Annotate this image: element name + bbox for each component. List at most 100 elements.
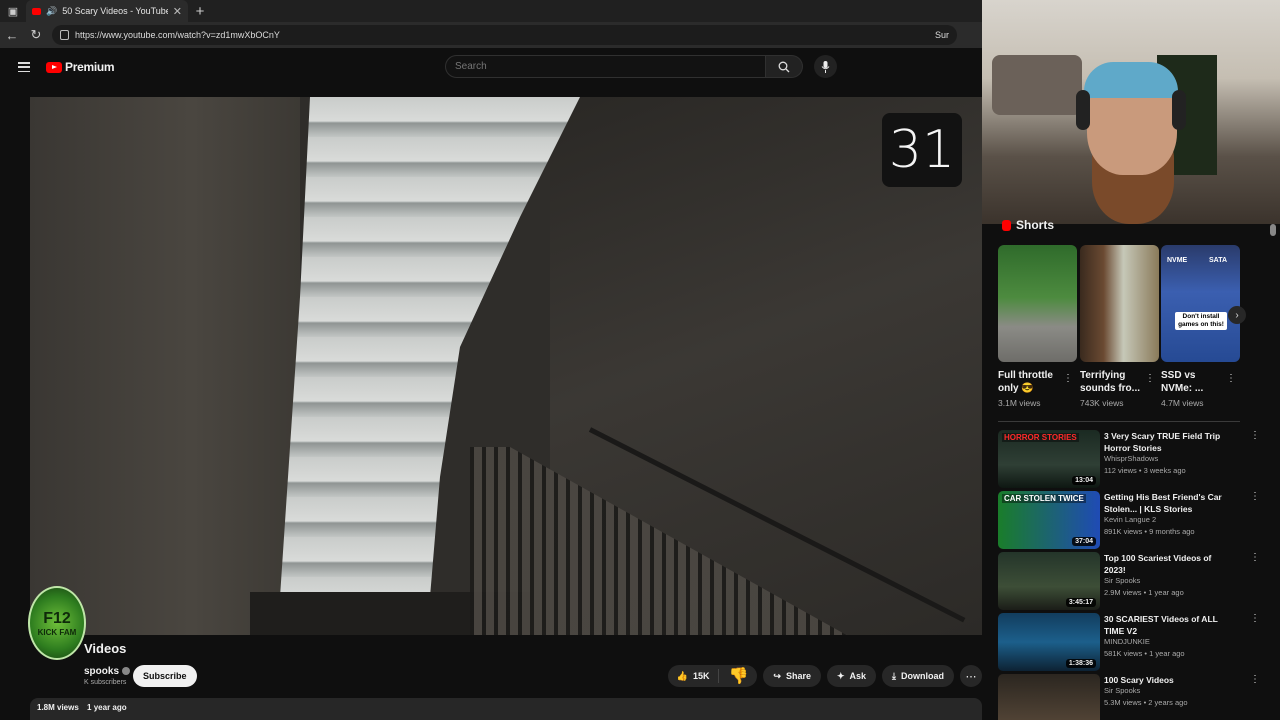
- duration-badge: 3:45:17: [1065, 598, 1096, 607]
- kebab-menu-icon[interactable]: ⋮: [1250, 674, 1260, 685]
- video-player[interactable]: 31: [30, 97, 982, 635]
- recommendation-thumbnail[interactable]: 1:38:36: [998, 613, 1100, 671]
- recommendation-title[interactable]: 100 Scary Videos: [1104, 674, 1228, 686]
- share-label: Share: [785, 671, 811, 681]
- recommendation-meta: 2.9M views • 1 year ago: [1104, 588, 1184, 597]
- recommendation-item[interactable]: HORROR STORIES 13:04 3 Very Scary TRUE F…: [998, 430, 1260, 488]
- youtube-logo[interactable]: Premium: [46, 60, 115, 74]
- recommendation-thumbnail[interactable]: HORROR STORIES 13:04: [998, 430, 1100, 488]
- recommendation-thumbnail[interactable]: 3:45:17: [998, 552, 1100, 610]
- recommendation-title[interactable]: Getting His Best Friend's Car Stolen... …: [1104, 491, 1228, 515]
- site-info-icon[interactable]: [60, 30, 69, 40]
- search-input[interactable]: [445, 55, 766, 78]
- search-icon: [778, 61, 790, 72]
- kebab-menu-icon[interactable]: ⋮: [1145, 373, 1155, 384]
- channel-name[interactable]: spooks: [84, 666, 131, 677]
- description-box[interactable]: 1.8M views 1 year ago: [30, 698, 982, 720]
- recommendation-title[interactable]: 30 SCARIEST Videos of ALL TIME V2: [1104, 613, 1228, 637]
- webcam-background-shelf: [992, 55, 1082, 115]
- scrollbar-thumb[interactable]: [1270, 224, 1276, 236]
- recommendation-channel[interactable]: MINDJUNKIE: [1104, 637, 1150, 646]
- like-count: 15K: [692, 671, 710, 681]
- duration-badge: 13:04: [1072, 476, 1096, 485]
- short-title[interactable]: SSD vs NVMe: ...: [1161, 369, 1225, 395]
- download-label: Download: [901, 671, 944, 681]
- like-button[interactable]: 👍 15K: [668, 669, 720, 683]
- headphone-left: [1076, 90, 1090, 130]
- like-dislike-group: 👍 15K 👎: [667, 665, 758, 687]
- shorts-header: Shorts: [1002, 218, 1054, 232]
- duration-badge: 1:38:36: [1065, 659, 1096, 668]
- menu-icon[interactable]: [18, 62, 30, 72]
- recommendation-meta: 5.3M views • 2 years ago: [1104, 698, 1188, 707]
- short-title[interactable]: Full throttle only 😎: [998, 369, 1062, 395]
- kebab-menu-icon[interactable]: ⋮: [1250, 430, 1260, 441]
- chevron-right-icon[interactable]: ›: [1228, 306, 1246, 324]
- channel-name-text: spooks: [84, 666, 120, 677]
- kick-fam-logo: F12 KICK FAM: [28, 586, 86, 660]
- view-count: 1.8M views: [37, 703, 79, 712]
- new-tab-icon[interactable]: +: [188, 3, 212, 20]
- kebab-menu-icon[interactable]: ⋮: [1250, 613, 1260, 624]
- reload-icon[interactable]: ↻: [24, 27, 48, 43]
- ask-label: Ask: [849, 671, 867, 681]
- recommendation-item[interactable]: 1:38:36 30 SCARIEST Videos of ALL TIME V…: [998, 613, 1260, 671]
- recommendation-item[interactable]: CAR STOLEN TWICE 37:04 Getting His Best …: [998, 491, 1260, 549]
- short-thumbnail[interactable]: NVME SATA Don't install games on this!: [1161, 245, 1240, 362]
- recommendation-channel[interactable]: Sir Spooks: [1104, 686, 1140, 695]
- short-card[interactable]: NVME SATA Don't install games on this! S…: [1161, 245, 1240, 408]
- kebab-menu-icon[interactable]: ⋮: [1063, 373, 1073, 384]
- recommendation-item[interactable]: 100 Scary Videos Sir Spooks 5.3M views •…: [998, 674, 1260, 720]
- dislike-button[interactable]: 👎: [719, 666, 757, 686]
- sidebar-scrollbar[interactable]: [1270, 224, 1276, 720]
- short-card[interactable]: Terrifying sounds fro... 743K views ⋮: [1080, 245, 1159, 408]
- kebab-menu-icon[interactable]: ⋮: [1250, 552, 1260, 563]
- upload-age: 1 year ago: [87, 703, 127, 712]
- recommendation-thumbnail[interactable]: [998, 674, 1100, 720]
- short-card[interactable]: Full throttle only 😎 3.1M views ⋮: [998, 245, 1077, 408]
- divider: [998, 421, 1240, 422]
- subscribe-button[interactable]: Subscribe: [133, 665, 197, 687]
- share-button[interactable]: ↪ Share: [763, 665, 821, 687]
- window-menu-icon[interactable]: ▣: [0, 0, 26, 22]
- kebab-menu-icon[interactable]: ⋮: [1250, 491, 1260, 502]
- recommendation-meta: 112 views • 3 weeks ago: [1104, 466, 1186, 475]
- tab-title: 50 Scary Videos - YouTube: [62, 6, 168, 16]
- url-text: https://www.youtube.com/watch?v=zd1mwXbO…: [75, 30, 280, 40]
- recommendation-title[interactable]: 3 Very Scary TRUE Field Trip Horror Stor…: [1104, 430, 1228, 454]
- thumbs-up-icon: 👍: [676, 670, 688, 681]
- recommendation-channel[interactable]: Sir Spooks: [1104, 576, 1140, 585]
- recommendation-meta: 581K views • 1 year ago: [1104, 649, 1185, 658]
- webcam-cap: [1084, 62, 1178, 98]
- browser-tab-bar: ▣ 🔊 50 Scary Videos - YouTube ✕ +: [0, 0, 982, 22]
- short-title[interactable]: Terrifying sounds fro...: [1080, 369, 1144, 395]
- duration-badge: 37:04: [1072, 537, 1096, 546]
- recommendation-title[interactable]: Top 100 Scariest Videos of 2023!: [1104, 552, 1228, 576]
- download-button[interactable]: ⤓ Download: [882, 665, 954, 687]
- thumbs-down-icon: 👎: [728, 668, 749, 685]
- short-views: 743K views: [1080, 398, 1124, 408]
- speaker-icon[interactable]: 🔊: [46, 6, 57, 17]
- recommendation-channel[interactable]: Kevin Langue 2: [1104, 515, 1156, 524]
- ask-button[interactable]: ✦ Ask: [826, 665, 877, 687]
- url-field[interactable]: https://www.youtube.com/watch?v=zd1mwXbO…: [52, 25, 957, 45]
- logo-line-2: KICK FAM: [37, 627, 77, 637]
- search-button[interactable]: [766, 55, 803, 78]
- recommendation-item[interactable]: 3:45:17 Top 100 Scariest Videos of 2023!…: [998, 552, 1260, 610]
- recommendation-channel[interactable]: WhisprShadows: [1104, 454, 1158, 463]
- video-title: Videos: [84, 641, 127, 656]
- more-actions-icon[interactable]: ⋯: [960, 665, 982, 687]
- short-thumbnail[interactable]: [1080, 245, 1159, 362]
- close-tab-icon[interactable]: ✕: [173, 5, 182, 18]
- back-icon[interactable]: ←: [0, 28, 24, 43]
- youtube-play-icon: [46, 61, 62, 73]
- youtube-header: Premium: [0, 48, 982, 86]
- short-thumbnail[interactable]: [998, 245, 1077, 362]
- sparkle-icon: ✦: [836, 670, 845, 681]
- logo-line-1: F12: [43, 609, 71, 627]
- voice-search-button[interactable]: [814, 55, 837, 78]
- recommendation-thumbnail[interactable]: CAR STOLEN TWICE 37:04: [998, 491, 1100, 549]
- search-box: [445, 55, 803, 78]
- browser-tab[interactable]: 🔊 50 Scary Videos - YouTube ✕: [26, 0, 188, 22]
- kebab-menu-icon[interactable]: ⋮: [1226, 373, 1236, 384]
